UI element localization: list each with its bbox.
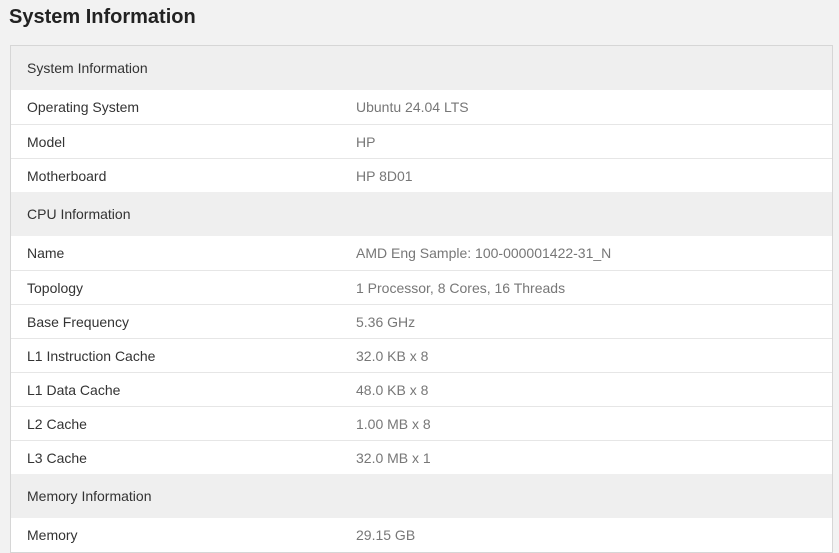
row-label: Motherboard bbox=[27, 167, 107, 184]
row-value: Ubuntu 24.04 LTS bbox=[356, 99, 469, 115]
section-header: Memory Information bbox=[11, 474, 832, 518]
table-row: Topology 1 Processor, 8 Cores, 16 Threads bbox=[11, 270, 832, 304]
section-header: CPU Information bbox=[11, 192, 832, 236]
row-value: 29.15 GB bbox=[356, 527, 416, 543]
row-label: Model bbox=[27, 133, 66, 150]
row-value: 32.0 MB x 1 bbox=[356, 449, 431, 466]
row-value: 1 Processor, 8 Cores, 16 Threads bbox=[356, 279, 566, 296]
row-value: 1.00 MB x 8 bbox=[356, 415, 431, 432]
row-label: Name bbox=[27, 245, 65, 261]
table-row: L1 Instruction Cache 32.0 KB x 8 bbox=[11, 338, 832, 372]
table-row: Operating System Ubuntu 24.04 LTS bbox=[11, 90, 832, 124]
row-label: Topology bbox=[27, 279, 84, 296]
row-value: 48.0 KB x 8 bbox=[356, 381, 429, 398]
section-header: System Information bbox=[11, 46, 832, 90]
row-value: 32.0 KB x 8 bbox=[356, 347, 429, 364]
row-label: Memory bbox=[27, 527, 78, 543]
table-row: Model HP bbox=[11, 124, 832, 158]
table-row: L1 Data Cache 48.0 KB x 8 bbox=[11, 372, 832, 406]
page-title: System Information bbox=[9, 6, 196, 28]
row-label: L1 Instruction Cache bbox=[27, 347, 156, 364]
row-value: HP 8D01 bbox=[356, 167, 413, 184]
table-row: Name AMD Eng Sample: 100-000001422-31_N bbox=[11, 236, 832, 270]
row-value: 5.36 GHz bbox=[356, 313, 416, 330]
row-value: HP bbox=[356, 133, 376, 150]
row-label: Operating System bbox=[27, 99, 140, 115]
table-row: Base Frequency 5.36 GHz bbox=[11, 304, 832, 338]
row-label: L2 Cache bbox=[27, 415, 87, 432]
row-value: AMD Eng Sample: 100-000001422-31_N bbox=[356, 245, 612, 261]
system-info-table: System Information Operating System Ubuntu… bbox=[10, 45, 833, 553]
table-row: Memory 29.15 GB bbox=[11, 518, 832, 552]
table-row: L2 Cache 1.00 MB x 8 bbox=[11, 406, 832, 440]
table-row: L3 Cache 32.0 MB x 1 bbox=[11, 440, 832, 474]
row-label: L1 Data Cache bbox=[27, 381, 121, 398]
row-label: Base Frequency bbox=[27, 313, 129, 330]
row-label: L3 Cache bbox=[27, 449, 87, 466]
table-row: Motherboard HP 8D01 bbox=[11, 158, 832, 192]
